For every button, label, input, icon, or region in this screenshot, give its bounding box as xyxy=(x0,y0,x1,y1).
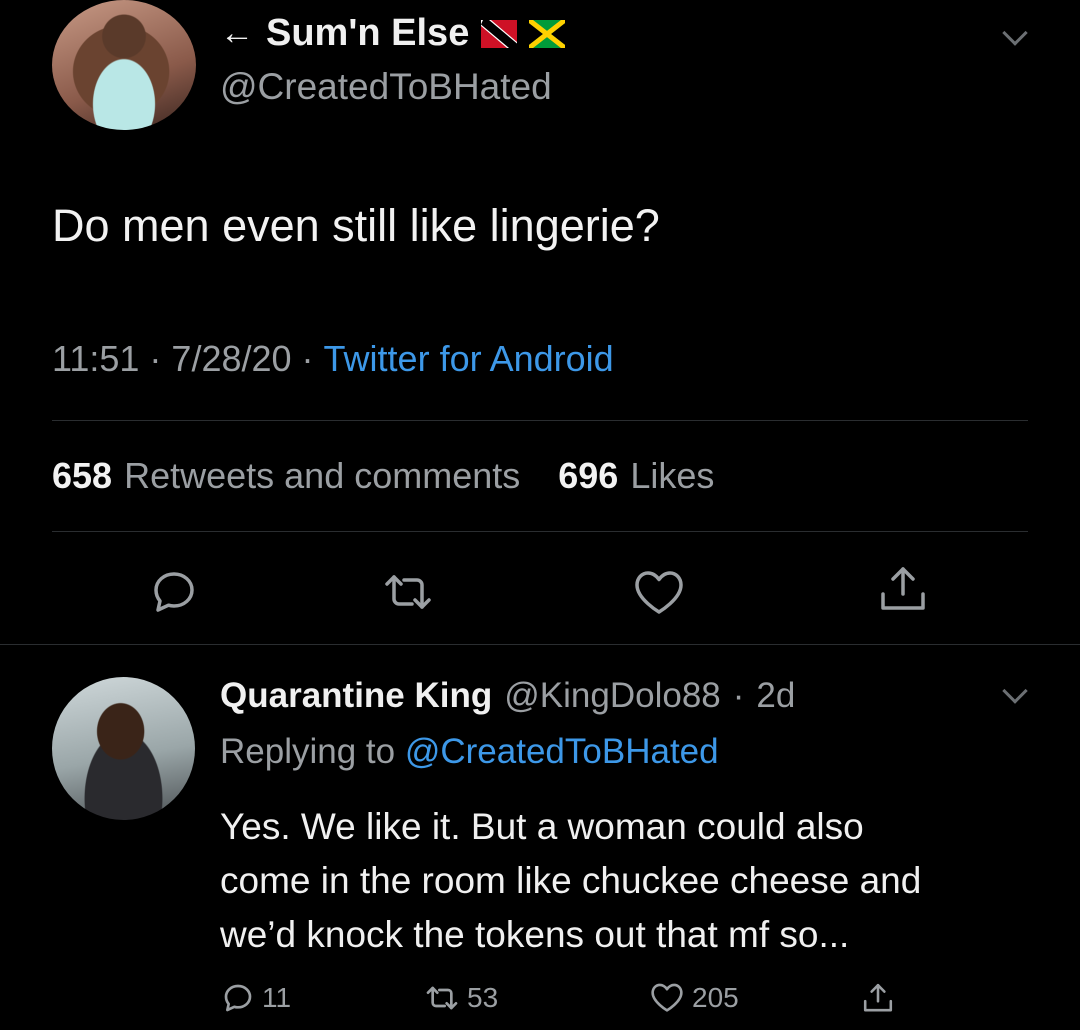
reply-author-name[interactable]: Quarantine King xyxy=(220,676,492,716)
reply-retweet-button[interactable]: 53 xyxy=(425,982,498,1014)
reply-icon xyxy=(224,984,252,1012)
author-avatar[interactable] xyxy=(52,0,196,130)
reply-text-line: Yes. We like it. But a woman could also xyxy=(220,806,864,847)
divider xyxy=(52,420,1028,421)
like-icon xyxy=(651,983,683,1012)
retweet-count: 53 xyxy=(467,982,499,1013)
share-icon xyxy=(863,983,893,1012)
author-display-name[interactable]: Sum'n Else xyxy=(266,12,469,55)
tweet-stats: 658 Retweets and comments 696 Likes xyxy=(52,455,714,497)
share-button[interactable] xyxy=(878,564,928,614)
reply-text-line: we’d knock the tokens out that mf so... xyxy=(220,914,850,955)
jamaica-flag-icon xyxy=(529,19,566,48)
like-icon xyxy=(635,571,683,614)
retweet-icon xyxy=(426,986,458,1010)
reply-author-handle[interactable]: @KingDolo88 xyxy=(504,676,721,716)
replying-prefix: Replying to xyxy=(220,732,396,771)
retweets-count[interactable]: 658 xyxy=(52,455,112,497)
reply-like-button[interactable]: 205 xyxy=(650,982,739,1014)
reply-age: 2d xyxy=(756,676,796,715)
replying-to: Replying to @CreatedToBHated xyxy=(220,732,719,772)
reply-share-button[interactable] xyxy=(862,982,894,1014)
replying-to-mention[interactable]: @CreatedToBHated xyxy=(405,732,719,771)
reply-icon xyxy=(154,572,194,612)
reply-header: Quarantine King @KingDolo88 · 2d xyxy=(220,676,795,716)
tweet-time: 11:51 xyxy=(52,338,140,379)
author-name-row[interactable]: ← Sum'n Else xyxy=(220,12,566,55)
like-button[interactable] xyxy=(633,570,685,616)
like-count: 205 xyxy=(692,982,739,1013)
reply-count: 11 xyxy=(262,982,292,1013)
divider xyxy=(0,644,1080,645)
reply-author-avatar[interactable] xyxy=(52,677,195,820)
reply-menu-chevron-down-icon[interactable] xyxy=(1002,678,1028,704)
meta-separator: · xyxy=(732,676,745,715)
share-icon xyxy=(881,567,925,610)
reply-reply-button[interactable]: 11 xyxy=(222,982,291,1014)
reply-text-line: come in the room like chuckee cheese and xyxy=(220,860,922,901)
trinidad-flag-icon xyxy=(481,19,518,48)
tweet-date: 7/28/20 xyxy=(171,338,292,379)
reply-text: Yes. We like it. But a woman could also … xyxy=(220,800,1040,962)
back-arrow-icon[interactable]: ← xyxy=(220,14,254,53)
tweet-menu-chevron-down-icon[interactable] xyxy=(1002,20,1028,46)
meta-separator: · xyxy=(149,338,162,379)
divider xyxy=(52,531,1028,532)
retweet-button[interactable] xyxy=(383,568,433,616)
tweet-source-link[interactable]: Twitter for Android xyxy=(324,338,614,380)
author-handle[interactable]: @CreatedToBHated xyxy=(220,66,552,108)
likes-label[interactable]: Likes xyxy=(630,455,714,497)
retweets-label[interactable]: Retweets and comments xyxy=(124,455,520,497)
tweet-text: Do men even still like lingerie? xyxy=(52,200,660,251)
tweet-meta: 11:51 · 7/28/20 · Twitter for Android xyxy=(52,338,614,380)
meta-separator: · xyxy=(301,338,314,379)
reply-button[interactable] xyxy=(150,568,198,616)
retweet-icon xyxy=(385,575,431,609)
likes-count[interactable]: 696 xyxy=(558,455,618,497)
